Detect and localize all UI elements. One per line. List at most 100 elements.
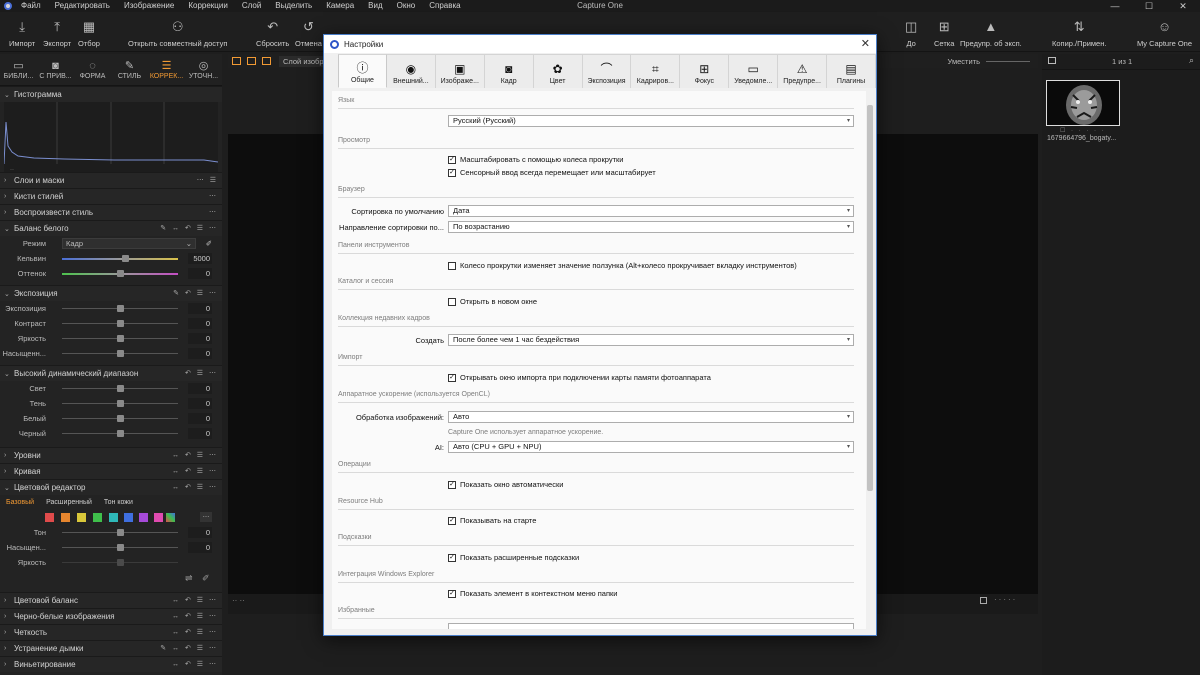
slider-knob[interactable] — [117, 529, 124, 536]
more-icon[interactable]: ⋯ — [209, 205, 218, 221]
swatch-cyan[interactable] — [109, 513, 118, 522]
section-tools-icon[interactable]: ↶ ☰ ⋯ — [185, 366, 218, 382]
checkbox-wheel-slider[interactable]: Колесо прокрутки изменяет значение ползу… — [448, 261, 797, 270]
more-icon[interactable]: ····· — [994, 595, 1017, 604]
section-tools-icon[interactable]: ↔ ↶ ☰ ⋯ — [172, 593, 218, 609]
checkbox-show-window[interactable]: ✓ Показать окно автоматически — [448, 480, 563, 489]
zoom-slider[interactable] — [986, 60, 1030, 62]
picker-icon[interactable]: ✐ — [202, 573, 210, 584]
slider-knob[interactable] — [117, 305, 124, 312]
browser-view-icon[interactable] — [1048, 57, 1056, 64]
checkbox-import-card[interactable]: ✓ Открывать окно импорта при подключении … — [448, 373, 711, 382]
layers-header[interactable]: › Слои и маски ⋯ ☰ — [0, 172, 222, 188]
checkbox-advanced-hints[interactable]: ✓ Показать расширенные подсказки — [448, 553, 579, 562]
menu-camera[interactable]: Камера — [319, 0, 361, 12]
tint-value[interactable]: 0 — [188, 268, 212, 279]
cull-button[interactable]: ▦ Отбор — [78, 18, 100, 48]
hdr-header[interactable]: ⌄ Высокий динамический диапазон ↶ ☰ ⋯ — [0, 365, 222, 381]
levels-header[interactable]: › Уровни ↔ ↶ ☰ ⋯ — [0, 447, 222, 463]
tab-color[interactable]: ✿ Цвет — [533, 54, 583, 88]
section-tools-icon[interactable]: ↔ ↶ ☰ ⋯ — [172, 464, 218, 480]
brushes-header[interactable]: › Кисти стилей ⋯ — [0, 188, 222, 204]
slider-knob[interactable] — [117, 350, 124, 357]
tab-exposure[interactable]: ⌒ Экспозиция — [582, 54, 632, 88]
undo-button[interactable]: ↺ Отмена — [295, 18, 322, 48]
tab-plugins[interactable]: ▤ Плагины — [827, 54, 876, 88]
slider-knob[interactable] — [117, 544, 124, 551]
tab-focus[interactable]: ⊞ Фокус — [680, 54, 730, 88]
swatch-orange[interactable] — [61, 513, 70, 522]
menu-adjustments[interactable]: Коррекции — [181, 0, 234, 12]
curve-header[interactable]: › Кривая ↔ ↶ ☰ ⋯ — [0, 463, 222, 479]
section-tools-icon[interactable]: ✎ ↔ ↶ ☰ ⋯ — [160, 221, 218, 237]
sort-select[interactable]: Дата ▾ — [448, 205, 854, 217]
create-select[interactable]: После более чем 1 час бездействия ▾ — [448, 334, 854, 346]
exposure-warning-button[interactable]: ▲ Предупр. об эксп. — [960, 18, 1022, 48]
layout-view-icon[interactable] — [262, 57, 271, 65]
checkbox-scroll-zoom[interactable]: ✓ Масштабировать с помощью колеса прокрут… — [448, 155, 623, 164]
before-button[interactable]: ◫ До — [905, 18, 917, 48]
single-view-icon[interactable] — [232, 57, 241, 65]
sort-direction-select[interactable]: По возрастанию ▾ — [448, 221, 854, 233]
kelvin-knob[interactable] — [122, 255, 129, 262]
export-button[interactable]: ⤒ Экспорт — [43, 18, 71, 48]
slider-knob[interactable] — [117, 415, 124, 422]
slider-knob[interactable] — [117, 430, 124, 437]
tint-knob[interactable] — [117, 270, 124, 277]
tab-appearance[interactable]: ◉ Внешний... — [386, 54, 436, 88]
dialog-scrollbar[interactable] — [866, 91, 874, 629]
maximize-icon[interactable]: ☐ — [1132, 0, 1166, 12]
copy-apply-button[interactable]: ⇅ Копир./Примен. — [1052, 18, 1106, 48]
color-balance-header[interactable]: › Цветовой баланс ↔ ↶ ☰ ⋯ — [0, 592, 222, 608]
histogram-header[interactable]: ⌄ Гистограмма — [0, 86, 222, 102]
import-button[interactable]: ⤓ Импорт — [9, 18, 35, 48]
tab-style[interactable]: ✎ СТИЛЬ — [111, 54, 148, 85]
processing-select[interactable]: Авто ▾ — [448, 411, 854, 423]
multi-view-icon[interactable] — [247, 57, 256, 65]
checkbox-show-at-start[interactable]: ✓ Показывать на старте — [448, 516, 536, 525]
minimize-icon[interactable]: — — [1098, 0, 1132, 12]
section-tools-icon[interactable]: ↔ ↶ ☰ ⋯ — [172, 657, 218, 673]
scrollbar-thumb[interactable] — [867, 105, 873, 491]
section-tools-icon[interactable]: ↔ ↶ ☰ ⋯ — [172, 609, 218, 625]
clarity-header[interactable]: › Четкость ↔ ↶ ☰ ⋯ — [0, 624, 222, 640]
section-tools-icon[interactable]: ✎ ↶ ☰ ⋯ — [173, 286, 218, 302]
slider-knob[interactable] — [117, 559, 124, 566]
menu-image[interactable]: Изображение — [117, 0, 181, 12]
tab-basic[interactable]: Базовый — [6, 499, 34, 506]
menu-edit[interactable]: Редактировать — [48, 0, 117, 12]
tab-general[interactable]: ⓘ Общие — [338, 54, 387, 88]
dehaze-header[interactable]: › Устранение дымки ✎ ↔ ↶ ☰ ⋯ — [0, 640, 222, 656]
ai-select[interactable]: Авто (CPU + GPU + NPU) ▾ — [448, 441, 854, 453]
section-tools-icon[interactable]: ↔ ↶ ☰ ⋯ — [172, 480, 218, 496]
checkbox-open-new-window[interactable]: Открыть в новом окне — [448, 297, 537, 306]
slider-knob[interactable] — [117, 320, 124, 327]
swatch-all[interactable] — [166, 513, 175, 522]
slider-knob[interactable] — [117, 400, 124, 407]
menu-help[interactable]: Справка — [422, 0, 467, 12]
tab-details[interactable]: ◎ УТОЧН... — [185, 54, 222, 85]
swatch-magenta[interactable] — [154, 513, 163, 522]
tab-skin-tone[interactable]: Тон кожи — [104, 499, 133, 506]
close-icon[interactable]: ✕ — [861, 37, 870, 50]
white-balance-header[interactable]: ⌄ Баланс белого ✎ ↔ ↶ ☰ ⋯ — [0, 220, 222, 236]
swatch-purple[interactable] — [139, 513, 148, 522]
language-select[interactable]: Русский (Русский) ▾ — [448, 115, 854, 127]
tab-warnings[interactable]: ⚠ Предупре... — [778, 54, 828, 88]
my-capture-one-button[interactable]: ☺ My Capture One — [1137, 18, 1192, 48]
frame-icon[interactable] — [980, 597, 987, 604]
kelvin-value[interactable]: 5000 — [188, 253, 212, 264]
grid-button[interactable]: ⊞ Сетка — [934, 18, 954, 48]
fit-zoom-select[interactable]: Уместить — [948, 57, 980, 66]
menu-view[interactable]: Вид — [361, 0, 389, 12]
slider-knob[interactable] — [117, 335, 124, 342]
rating-stars[interactable]: ☐ · · · · · — [1060, 127, 1106, 134]
color-editor-header[interactable]: ⌄ Цветовой редактор ↔ ↶ ☰ ⋯ — [0, 479, 222, 495]
tab-advanced[interactable]: Расширенный — [46, 499, 92, 506]
menu-window[interactable]: Окно — [390, 0, 423, 12]
black-white-header[interactable]: › Черно-белые изображения ↔ ↶ ☰ ⋯ — [0, 608, 222, 624]
tab-capture[interactable]: ◙ Кадр — [484, 54, 534, 88]
slider-knob[interactable] — [117, 385, 124, 392]
section-tools-icon[interactable]: ⋯ ☰ — [197, 173, 218, 189]
thumbnail-image[interactable] — [1046, 80, 1120, 126]
